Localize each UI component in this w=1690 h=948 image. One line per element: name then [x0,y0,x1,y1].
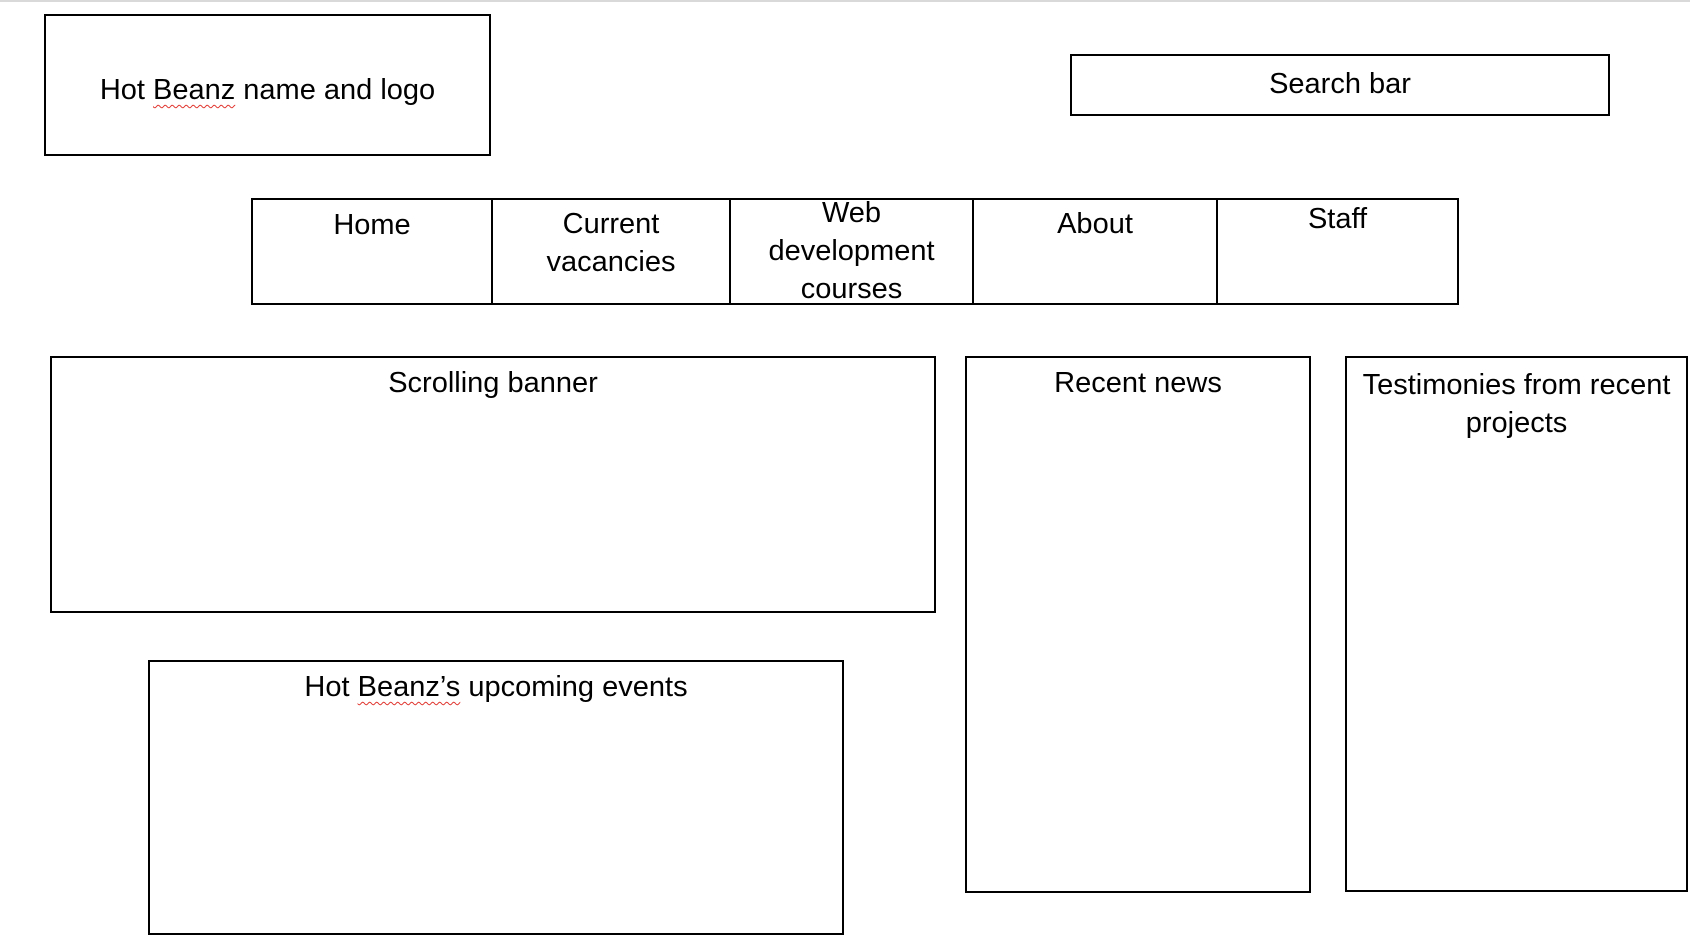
nav-item-label: Web development courses [768,197,935,305]
nav-bar: Home Current vacancies Web development c… [251,197,1459,305]
logo-placeholder-box: Hot Beanz name and logo [44,14,491,156]
upcoming-events-placeholder: Hot Beanz’s upcoming events [148,660,844,935]
nav-item-label: Staff [1307,203,1368,235]
recent-news-label: Recent news [1054,367,1222,399]
search-bar-placeholder[interactable]: Search bar [1070,54,1610,116]
nav-item-label: Home [333,209,411,241]
testimonies-label: Testimonies from recent projects [1362,369,1671,439]
recent-news-placeholder: Recent news [965,356,1311,893]
nav-item-label: About [1057,208,1133,240]
logo-placeholder-label: Hot Beanz name and logo [99,74,436,106]
nav-item-label: Current vacancies [546,208,676,278]
top-rule [0,0,1690,2]
scrolling-banner-placeholder: Scrolling banner [50,356,936,613]
testimonies-placeholder: Testimonies from recent projects [1345,356,1688,892]
nav-item-about[interactable]: About [974,200,1218,303]
nav-item-staff[interactable]: Staff [1218,200,1457,303]
upcoming-events-label: Hot Beanz’s upcoming events [304,671,688,703]
nav-item-home[interactable]: Home [253,200,493,303]
nav-item-web-development-courses[interactable]: Web development courses [731,197,974,305]
nav-item-current-vacancies[interactable]: Current vacancies [493,200,731,303]
search-bar-label: Search bar [1269,68,1411,100]
scrolling-banner-label: Scrolling banner [388,367,598,399]
